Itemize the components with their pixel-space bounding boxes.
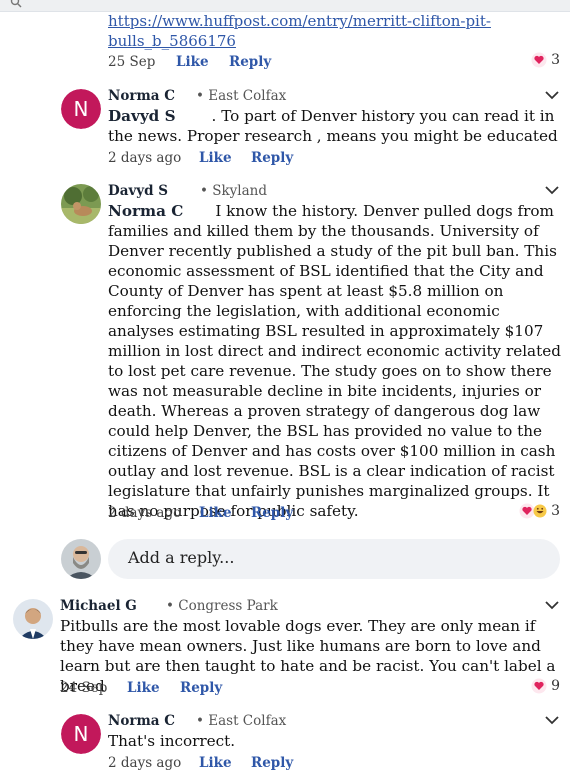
commenter-name[interactable]: Michael G [60,597,137,615]
avatar-letter: N [74,722,89,746]
reply-button[interactable]: Reply [229,53,271,71]
heart-reaction-icon [531,678,547,694]
chevron-down-icon[interactable] [544,90,560,100]
reply-button[interactable]: Reply [251,504,293,522]
commenter-name[interactable]: Norma C [108,87,175,105]
like-button[interactable]: Like [199,504,232,522]
chevron-down-icon[interactable] [544,600,560,610]
commenter-location: • Skyland [200,183,268,199]
search-icon[interactable] [10,0,22,8]
timestamp: 24 Sep [60,680,108,696]
chevron-down-icon[interactable] [544,715,560,725]
avatar[interactable]: N [61,89,101,129]
comment-text: Norma CI know the history. Denver pulled… [108,202,561,520]
avatar[interactable] [61,184,101,224]
mention[interactable]: Davyd S [108,107,176,125]
like-button[interactable]: Like [127,679,160,697]
avatar-letter: N [74,97,89,121]
reaction-number: 3 [551,503,560,519]
current-user-avatar [61,539,101,579]
comment-text: That's incorrect. [108,732,236,750]
commenter-name[interactable]: Davyd S [108,182,168,200]
comment-text: Davyd S. To part of Denver history you c… [108,107,558,145]
reply-button[interactable]: Reply [251,754,293,772]
timestamp: 25 Sep [108,54,156,70]
add-reply-input[interactable]: Add a reply... [108,539,560,579]
heart-reaction-icon [531,52,547,68]
chevron-down-icon[interactable] [544,185,560,195]
like-button[interactable]: Like [199,754,232,772]
comment-meta: 2 days ago Like Reply [108,504,558,522]
reaction-number: 3 [551,52,560,68]
reply-button[interactable]: Reply [180,679,222,697]
comment-meta: 25 Sep Like Reply [108,53,558,71]
article-link[interactable]: https://www.huffpost.com/entry/merritt-c… [108,11,568,51]
mention[interactable]: Norma C [108,202,183,220]
commenter-location: • Congress Park [166,598,278,614]
reaction-number: 9 [551,678,560,694]
comment-meta: 2 days ago Like Reply [108,754,558,772]
comment-meta: 24 Sep Like Reply [60,679,510,697]
reaction-count[interactable]: 9 [531,678,560,694]
commenter-location: • East Colfax [196,713,287,729]
timestamp: 2 days ago [108,150,182,166]
timestamp: 2 days ago [108,505,182,521]
avatar[interactable] [13,599,53,639]
commenter-location: • East Colfax [196,88,287,104]
like-button[interactable]: Like [176,53,209,71]
commenter-name[interactable]: Norma C [108,712,175,730]
avatar[interactable]: N [61,714,101,754]
reaction-count[interactable]: 3 [531,52,560,68]
add-reply-placeholder: Add a reply... [128,548,235,567]
timestamp: 2 days ago [108,755,182,771]
reply-button[interactable]: Reply [251,149,293,167]
like-button[interactable]: Like [199,149,232,167]
laugh-reaction-icon [533,504,547,518]
reaction-count[interactable]: 3 [519,503,560,519]
comment-meta: 2 days ago Like Reply [108,149,558,167]
